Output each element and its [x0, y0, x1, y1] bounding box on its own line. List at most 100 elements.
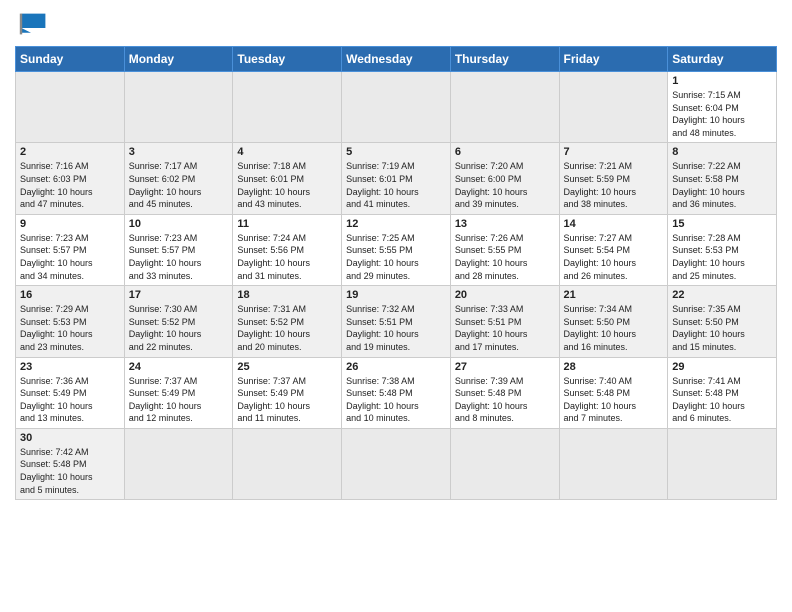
calendar-cell: 7Sunrise: 7:21 AM Sunset: 5:59 PM Daylig… — [559, 143, 668, 214]
day-info: Sunrise: 7:32 AM Sunset: 5:51 PM Dayligh… — [346, 303, 446, 353]
day-number: 20 — [455, 289, 555, 301]
day-number: 17 — [129, 289, 229, 301]
day-info: Sunrise: 7:37 AM Sunset: 5:49 PM Dayligh… — [237, 375, 337, 425]
calendar-cell: 24 Sunrise: 7:37 AM Sunset: 5:49 PM Dayli… — [124, 357, 233, 428]
day-number: 27 — [455, 361, 555, 373]
week-row-1: 1 Sunrise: 7:15 AM Sunset: 6:04 PM Daylig… — [16, 72, 777, 143]
calendar-cell — [124, 428, 233, 499]
header — [15, 10, 777, 38]
calendar-cell: 15 Sunrise: 7:28 AM Sunset: 5:53 PM Dayli… — [668, 214, 777, 285]
day-info: Sunrise: 7:26 AM Sunset: 5:55 PM Dayligh… — [455, 232, 555, 282]
day-info: Sunrise: 7:23 AM Sunset: 5:57 PM Dayligh… — [20, 232, 120, 282]
calendar-cell: 20 Sunrise: 7:33 AM Sunset: 5:51 PM Dayli… — [450, 286, 559, 357]
calendar-cell — [668, 428, 777, 499]
day-info: Sunrise: 7:36 AM Sunset: 5:49 PM Dayligh… — [20, 375, 120, 425]
weekday-header-row: SundayMondayTuesdayWednesdayThursdayFrid… — [16, 47, 777, 72]
day-info: Sunrise: 7:38 AM Sunset: 5:48 PM Dayligh… — [346, 375, 446, 425]
week-row-3: 9 Sunrise: 7:23 AM Sunset: 5:57 PM Daylig… — [16, 214, 777, 285]
calendar-cell — [450, 72, 559, 143]
day-info: Sunrise: 7:17 AM Sunset: 6:02 PM Dayligh… — [129, 160, 229, 210]
weekday-friday: Friday — [559, 47, 668, 72]
weekday-monday: Monday — [124, 47, 233, 72]
calendar-cell — [342, 72, 451, 143]
day-info: Sunrise: 7:31 AM Sunset: 5:52 PM Dayligh… — [237, 303, 337, 353]
weekday-tuesday: Tuesday — [233, 47, 342, 72]
day-info: Sunrise: 7:33 AM Sunset: 5:51 PM Dayligh… — [455, 303, 555, 353]
weekday-sunday: Sunday — [16, 47, 125, 72]
calendar-cell: 10 Sunrise: 7:23 AM Sunset: 5:57 PM Dayli… — [124, 214, 233, 285]
day-number: 11 — [237, 218, 337, 230]
logo-icon — [15, 10, 47, 38]
calendar-cell: 8Sunrise: 7:22 AM Sunset: 5:58 PM Daylig… — [668, 143, 777, 214]
calendar-cell: 25 Sunrise: 7:37 AM Sunset: 5:49 PM Dayli… — [233, 357, 342, 428]
calendar-cell — [450, 428, 559, 499]
day-info: Sunrise: 7:42 AM Sunset: 5:48 PM Dayligh… — [20, 446, 120, 496]
week-row-4: 16Sunrise: 7:29 AM Sunset: 5:53 PM Dayli… — [16, 286, 777, 357]
calendar-table: SundayMondayTuesdayWednesdayThursdayFrid… — [15, 46, 777, 500]
day-number: 28 — [564, 361, 664, 373]
page: SundayMondayTuesdayWednesdayThursdayFrid… — [0, 0, 792, 612]
day-info: Sunrise: 7:22 AM Sunset: 5:58 PM Dayligh… — [672, 160, 772, 210]
calendar-cell: 4 Sunrise: 7:18 AM Sunset: 6:01 PM Daylig… — [233, 143, 342, 214]
day-info: Sunrise: 7:35 AM Sunset: 5:50 PM Dayligh… — [672, 303, 772, 353]
day-info: Sunrise: 7:21 AM Sunset: 5:59 PM Dayligh… — [564, 160, 664, 210]
day-number: 14 — [564, 218, 664, 230]
day-number: 21 — [564, 289, 664, 301]
calendar-cell: 17 Sunrise: 7:30 AM Sunset: 5:52 PM Dayli… — [124, 286, 233, 357]
day-number: 15 — [672, 218, 772, 230]
week-row-6: 30 Sunrise: 7:42 AM Sunset: 5:48 PM Dayli… — [16, 428, 777, 499]
day-number: 9 — [20, 218, 120, 230]
calendar-cell: 27Sunrise: 7:39 AM Sunset: 5:48 PM Dayli… — [450, 357, 559, 428]
calendar-cell: 12Sunrise: 7:25 AM Sunset: 5:55 PM Dayli… — [342, 214, 451, 285]
calendar-cell — [233, 428, 342, 499]
calendar-cell: 5 Sunrise: 7:19 AM Sunset: 6:01 PM Daylig… — [342, 143, 451, 214]
logo — [15, 10, 51, 38]
calendar-cell: 30 Sunrise: 7:42 AM Sunset: 5:48 PM Dayli… — [16, 428, 125, 499]
day-number: 24 — [129, 361, 229, 373]
day-info: Sunrise: 7:30 AM Sunset: 5:52 PM Dayligh… — [129, 303, 229, 353]
calendar-cell: 2Sunrise: 7:16 AM Sunset: 6:03 PM Daylig… — [16, 143, 125, 214]
day-number: 10 — [129, 218, 229, 230]
day-info: Sunrise: 7:29 AM Sunset: 5:53 PM Dayligh… — [20, 303, 120, 353]
calendar-cell — [559, 428, 668, 499]
day-info: Sunrise: 7:18 AM Sunset: 6:01 PM Dayligh… — [237, 160, 337, 210]
day-info: Sunrise: 7:25 AM Sunset: 5:55 PM Dayligh… — [346, 232, 446, 282]
calendar-cell — [342, 428, 451, 499]
day-number: 25 — [237, 361, 337, 373]
weekday-wednesday: Wednesday — [342, 47, 451, 72]
calendar-cell: 3Sunrise: 7:17 AM Sunset: 6:02 PM Daylig… — [124, 143, 233, 214]
day-number: 6 — [455, 146, 555, 158]
day-info: Sunrise: 7:40 AM Sunset: 5:48 PM Dayligh… — [564, 375, 664, 425]
calendar-cell: 1 Sunrise: 7:15 AM Sunset: 6:04 PM Daylig… — [668, 72, 777, 143]
day-info: Sunrise: 7:16 AM Sunset: 6:03 PM Dayligh… — [20, 160, 120, 210]
weekday-thursday: Thursday — [450, 47, 559, 72]
day-info: Sunrise: 7:27 AM Sunset: 5:54 PM Dayligh… — [564, 232, 664, 282]
day-info: Sunrise: 7:41 AM Sunset: 5:48 PM Dayligh… — [672, 375, 772, 425]
calendar-cell — [559, 72, 668, 143]
day-info: Sunrise: 7:37 AM Sunset: 5:49 PM Dayligh… — [129, 375, 229, 425]
day-info: Sunrise: 7:28 AM Sunset: 5:53 PM Dayligh… — [672, 232, 772, 282]
day-number: 1 — [672, 75, 772, 87]
day-number: 22 — [672, 289, 772, 301]
calendar-cell — [124, 72, 233, 143]
day-info: Sunrise: 7:15 AM Sunset: 6:04 PM Dayligh… — [672, 89, 772, 139]
calendar-cell: 21 Sunrise: 7:34 AM Sunset: 5:50 PM Dayli… — [559, 286, 668, 357]
day-info: Sunrise: 7:19 AM Sunset: 6:01 PM Dayligh… — [346, 160, 446, 210]
weekday-saturday: Saturday — [668, 47, 777, 72]
day-number: 30 — [20, 432, 120, 444]
calendar-cell — [233, 72, 342, 143]
calendar-cell: 13Sunrise: 7:26 AM Sunset: 5:55 PM Dayli… — [450, 214, 559, 285]
day-number: 4 — [237, 146, 337, 158]
calendar-cell: 16Sunrise: 7:29 AM Sunset: 5:53 PM Dayli… — [16, 286, 125, 357]
day-number: 29 — [672, 361, 772, 373]
day-number: 5 — [346, 146, 446, 158]
calendar-cell: 29 Sunrise: 7:41 AM Sunset: 5:48 PM Dayli… — [668, 357, 777, 428]
day-info: Sunrise: 7:20 AM Sunset: 6:00 PM Dayligh… — [455, 160, 555, 210]
week-row-5: 23Sunrise: 7:36 AM Sunset: 5:49 PM Dayli… — [16, 357, 777, 428]
calendar-cell — [16, 72, 125, 143]
day-info: Sunrise: 7:34 AM Sunset: 5:50 PM Dayligh… — [564, 303, 664, 353]
day-info: Sunrise: 7:23 AM Sunset: 5:57 PM Dayligh… — [129, 232, 229, 282]
week-row-2: 2Sunrise: 7:16 AM Sunset: 6:03 PM Daylig… — [16, 143, 777, 214]
day-number: 18 — [237, 289, 337, 301]
calendar-cell: 23Sunrise: 7:36 AM Sunset: 5:49 PM Dayli… — [16, 357, 125, 428]
